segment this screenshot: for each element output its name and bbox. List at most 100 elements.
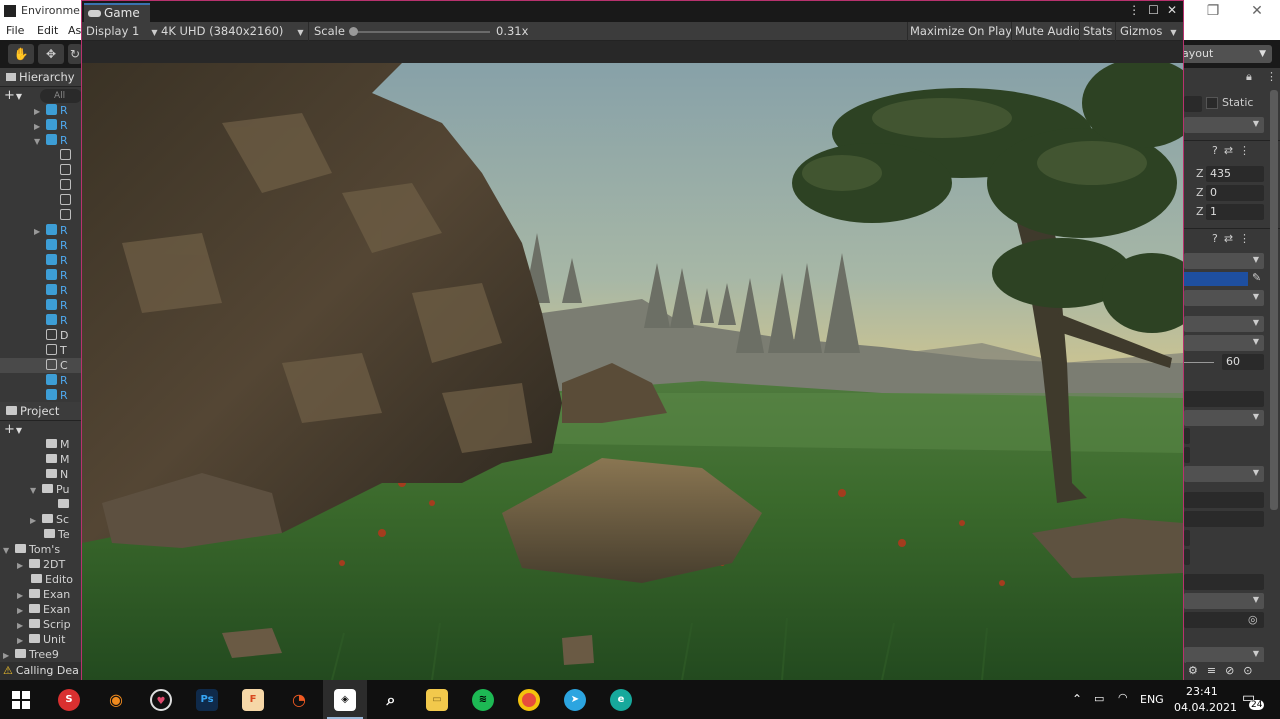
tag-dropdown[interactable]: ▼: [1184, 117, 1264, 133]
project-row[interactable]: Edito: [0, 572, 82, 587]
file-explorer-icon[interactable]: ▭: [426, 689, 448, 711]
chevron-right-icon[interactable]: ▶: [30, 513, 42, 528]
component-help-icons[interactable]: ?⇄⋮: [1212, 232, 1256, 245]
camera-dropdown-2[interactable]: ▼: [1184, 290, 1264, 306]
blender-icon[interactable]: ◉: [105, 689, 127, 711]
app-orange-icon[interactable]: ◔: [288, 689, 310, 711]
app-heart-icon[interactable]: ♥: [150, 689, 172, 711]
close-icon[interactable]: ✕: [1167, 3, 1177, 17]
hierarchy-search-input[interactable]: All: [40, 89, 82, 103]
project-row[interactable]: ▶ Tree9: [0, 647, 82, 662]
hierarchy-row[interactable]: ▶ R: [0, 118, 82, 133]
project-create-button[interactable]: +▼: [4, 422, 22, 437]
battery-icon[interactable]: ▭: [1094, 692, 1104, 705]
camera-dropdown-4[interactable]: ▼: [1184, 335, 1264, 351]
project-row[interactable]: Te: [0, 527, 82, 542]
photoshop-icon[interactable]: Ps: [196, 689, 218, 711]
chevron-right-icon[interactable]: ▶: [17, 603, 29, 618]
hierarchy-row[interactable]: R: [0, 283, 82, 298]
hierarchy-row[interactable]: [0, 163, 82, 178]
camera-dropdown-1[interactable]: ▼: [1184, 253, 1264, 269]
chevron-right-icon[interactable]: ▶: [34, 224, 46, 239]
chevron-right-icon[interactable]: ▶: [3, 648, 15, 663]
console-status-bar[interactable]: ⚠ Calling Dea: [0, 662, 82, 680]
project-row[interactable]: [0, 497, 82, 512]
inspector-field-b[interactable]: [1184, 428, 1190, 444]
move-tool-icon[interactable]: ✥: [38, 44, 64, 64]
project-row[interactable]: ▶ Scrip: [0, 617, 82, 632]
eyedropper-icon[interactable]: ✎: [1252, 271, 1261, 284]
windows-start-icon[interactable]: [12, 691, 30, 709]
chevron-down-icon[interactable]: ▼: [3, 543, 15, 558]
hierarchy-row[interactable]: C: [0, 358, 82, 373]
maximize-icon[interactable]: ☐: [1148, 3, 1159, 17]
menu-file[interactable]: File: [6, 24, 24, 37]
project-row[interactable]: ▼ Tom's: [0, 542, 82, 557]
hierarchy-row[interactable]: ▶ R: [0, 103, 82, 118]
app-e-icon[interactable]: e: [610, 689, 632, 711]
chevron-right-icon[interactable]: ▶: [17, 633, 29, 648]
close-icon[interactable]: ✕: [1234, 2, 1280, 20]
gizmos-dropdown[interactable]: Gizmos ▼: [1120, 22, 1177, 41]
target-icon[interactable]: ◎: [1248, 613, 1258, 626]
camera-dropdown-5[interactable]: ▼: [1184, 410, 1264, 426]
scale-slider-track[interactable]: [354, 31, 490, 33]
chevron-up-icon[interactable]: ⌃: [1072, 692, 1082, 706]
hierarchy-row[interactable]: D: [0, 328, 82, 343]
scale-z-field[interactable]: 1: [1206, 204, 1264, 220]
inspector-scrollbar[interactable]: [1270, 90, 1278, 510]
rotation-z-field[interactable]: 0: [1206, 185, 1264, 201]
clock-time[interactable]: 23:41: [1186, 685, 1218, 698]
position-z-field[interactable]: 435: [1206, 166, 1264, 182]
inspector-field-c[interactable]: [1184, 447, 1190, 463]
background-color-swatch[interactable]: [1184, 272, 1248, 286]
inspector-field-f[interactable]: [1184, 530, 1190, 546]
stats-toggle[interactable]: Stats: [1083, 22, 1112, 41]
hierarchy-row[interactable]: R: [0, 238, 82, 253]
chrome-icon[interactable]: [518, 689, 540, 711]
lock-icon[interactable]: 🔒︎: [1246, 70, 1258, 84]
hierarchy-row[interactable]: R: [0, 298, 82, 313]
inspector-field-e[interactable]: [1184, 511, 1264, 527]
create-button[interactable]: +▼: [4, 88, 22, 103]
static-checkbox[interactable]: [1206, 97, 1218, 109]
camera-dropdown-3[interactable]: ▼: [1184, 316, 1264, 332]
chevron-right-icon[interactable]: ▶: [17, 618, 29, 633]
more-options-icon[interactable]: ⋮: [1128, 3, 1140, 17]
mute-audio-toggle[interactable]: Mute Audio: [1015, 22, 1080, 41]
search-app-icon[interactable]: ⌕: [380, 689, 402, 711]
telegram-icon[interactable]: ➤: [564, 689, 586, 711]
camera-dropdown-6[interactable]: ▼: [1184, 466, 1264, 482]
hierarchy-row[interactable]: [0, 193, 82, 208]
hierarchy-row[interactable]: [0, 178, 82, 193]
project-row[interactable]: ▶ Sc: [0, 512, 82, 527]
scale-slider-handle[interactable]: [349, 27, 358, 36]
fov-field[interactable]: 60: [1222, 354, 1264, 370]
project-row[interactable]: M: [0, 452, 82, 467]
chevron-down-icon[interactable]: ▼: [30, 483, 42, 498]
hierarchy-tab[interactable]: Hierarchy: [0, 68, 82, 87]
project-row[interactable]: ▼ Pu: [0, 482, 82, 497]
app-s-icon[interactable]: S: [58, 689, 80, 711]
spotify-icon[interactable]: ≋: [472, 689, 494, 711]
project-row[interactable]: ▶ Exan: [0, 587, 82, 602]
chevron-right-icon[interactable]: ▶: [34, 104, 46, 119]
project-row[interactable]: M: [0, 437, 82, 452]
project-row[interactable]: ▶ 2DT: [0, 557, 82, 572]
hand-tool-icon[interactable]: ✋: [8, 44, 34, 64]
menu-edit[interactable]: Edit: [37, 24, 58, 37]
language-indicator[interactable]: ENG: [1140, 693, 1164, 706]
game-viewport[interactable]: [82, 63, 1183, 680]
object-name-field[interactable]: [1184, 96, 1202, 112]
maximize-on-play-toggle[interactable]: Maximize On Play: [910, 22, 1012, 41]
fov-slider[interactable]: [1184, 362, 1214, 363]
hierarchy-row[interactable]: R: [0, 268, 82, 283]
tab-game[interactable]: Game: [84, 3, 150, 22]
inspector-field-d[interactable]: [1184, 492, 1264, 508]
hierarchy-row[interactable]: [0, 208, 82, 223]
layout-dropdown[interactable]: ayout ▼: [1180, 45, 1272, 63]
clock-date[interactable]: 04.04.2021: [1174, 701, 1237, 714]
resolution-dropdown[interactable]: 4K UHD (3840x2160) ▼: [161, 22, 304, 41]
restore-icon[interactable]: ❐: [1190, 2, 1236, 20]
game-window-titlebar[interactable]: Game ⋮ ☐ ✕: [82, 1, 1183, 22]
